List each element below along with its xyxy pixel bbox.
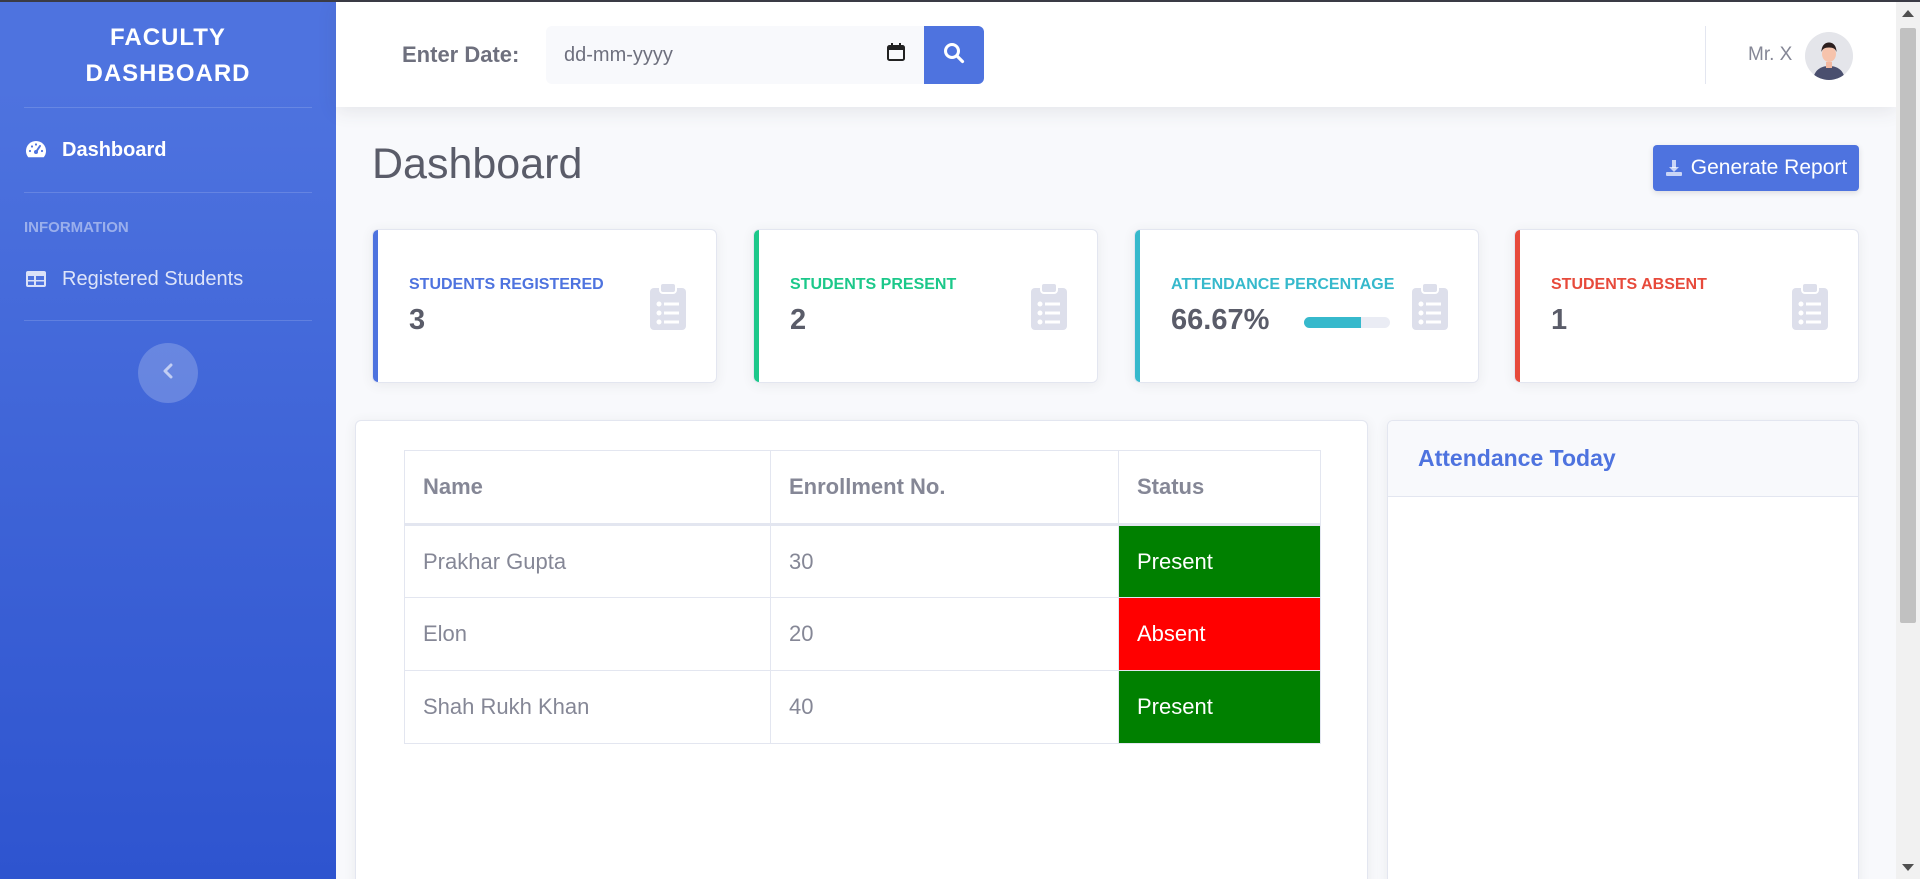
sidebar-toggle-button[interactable]	[138, 343, 198, 403]
search-button[interactable]	[924, 26, 984, 84]
card-accent-bar	[1515, 230, 1520, 382]
attendance-today-panel: Attendance Today	[1387, 420, 1859, 879]
topbar-divider	[1705, 26, 1706, 84]
stat-label: ATTENDANCE PERCENTAGE	[1171, 276, 1395, 293]
column-header-enrollment: Enrollment No.	[770, 450, 1119, 526]
cell-status: Present	[1118, 524, 1321, 598]
stat-value: 66.67%	[1171, 304, 1270, 336]
cell-enrollment: 40	[770, 670, 1119, 744]
user-name[interactable]: Mr. X	[1748, 2, 1792, 107]
clipboard-list-icon	[1029, 282, 1069, 337]
sidebar-brand[interactable]: FACULTY DASHBOARD	[0, 0, 336, 107]
cell-name: Shah Rukh Khan	[404, 670, 771, 744]
table-row: Shah Rukh Khan 40 Present	[404, 670, 1321, 744]
tachometer-icon	[24, 138, 48, 162]
sidebar: FACULTY DASHBOARD Dashboard INFORMATION …	[0, 0, 336, 879]
date-label: Enter Date:	[402, 41, 520, 67]
sidebar-divider	[24, 320, 312, 321]
stat-label: STUDENTS PRESENT	[790, 276, 957, 293]
topbar: Enter Date: dd-mm-yyyy Mr. X	[336, 2, 1896, 107]
scroll-up-arrow[interactable]	[1902, 10, 1914, 17]
card-accent-bar	[754, 230, 759, 382]
cell-enrollment: 30	[770, 524, 1119, 598]
download-icon	[1665, 159, 1683, 177]
avatar[interactable]	[1805, 32, 1853, 80]
stat-card-present: STUDENTS PRESENT 2	[753, 229, 1098, 383]
scroll-down-arrow[interactable]	[1902, 864, 1914, 871]
clipboard-list-icon	[1410, 282, 1450, 337]
window-top-border	[0, 0, 1920, 2]
attendance-progress-fill	[1304, 317, 1362, 328]
card-accent-bar	[373, 230, 378, 382]
clipboard-list-icon	[1790, 282, 1830, 337]
sidebar-item-registered-students[interactable]: Registered Students	[0, 238, 336, 320]
clipboard-list-icon	[648, 282, 688, 337]
sidebar-item-dashboard[interactable]: Dashboard	[0, 108, 336, 192]
stat-value: 3	[409, 304, 426, 336]
brand-line-2: DASHBOARD	[85, 59, 251, 87]
date-input-placeholder: dd-mm-yyyy	[564, 43, 673, 66]
scroll-thumb[interactable]	[1900, 28, 1916, 623]
stat-card-registered: STUDENTS REGISTERED 3	[372, 229, 717, 383]
date-input[interactable]: dd-mm-yyyy	[546, 26, 924, 84]
generate-report-button[interactable]: Generate Report	[1653, 145, 1859, 191]
chevron-left-icon	[161, 363, 175, 384]
table-icon	[24, 267, 48, 291]
stat-label: STUDENTS ABSENT	[1551, 276, 1707, 293]
table-header-row: Name Enrollment No. Status	[404, 450, 1321, 526]
attendance-today-title: Attendance Today	[1388, 421, 1858, 497]
card-accent-bar	[1135, 230, 1140, 382]
brand-line-1: FACULTY	[110, 23, 226, 51]
stat-card-absent: STUDENTS ABSENT 1	[1514, 229, 1859, 383]
cell-name: Prakhar Gupta	[404, 524, 771, 598]
cell-enrollment: 20	[770, 597, 1119, 671]
table-row: Elon 20 Absent	[404, 597, 1321, 671]
sidebar-item-label: Registered Students	[62, 267, 244, 290]
column-header-name: Name	[404, 450, 771, 526]
attendance-table: Name Enrollment No. Status Prakhar Gupta…	[404, 450, 1321, 744]
sidebar-heading: INFORMATION	[24, 219, 129, 236]
stat-card-attendance-percentage: ATTENDANCE PERCENTAGE 66.67%	[1134, 229, 1479, 383]
cell-name: Elon	[404, 597, 771, 671]
page-scrollbar[interactable]	[1896, 2, 1920, 879]
stat-value: 1	[1551, 304, 1568, 336]
search-icon	[943, 42, 965, 69]
calendar-icon[interactable]	[886, 42, 906, 68]
stat-label: STUDENTS REGISTERED	[409, 276, 604, 293]
generate-report-label: Generate Report	[1690, 156, 1848, 179]
sidebar-item-label: Dashboard	[62, 138, 167, 161]
cell-status: Present	[1118, 670, 1321, 744]
column-header-status: Status	[1118, 450, 1321, 526]
stat-value: 2	[790, 304, 807, 336]
page-title: Dashboard	[372, 140, 583, 188]
table-row: Prakhar Gupta 30 Present	[404, 524, 1321, 598]
attendance-table-panel: Name Enrollment No. Status Prakhar Gupta…	[355, 420, 1368, 879]
cell-status: Absent	[1118, 597, 1321, 671]
attendance-progress-bar	[1304, 317, 1390, 328]
